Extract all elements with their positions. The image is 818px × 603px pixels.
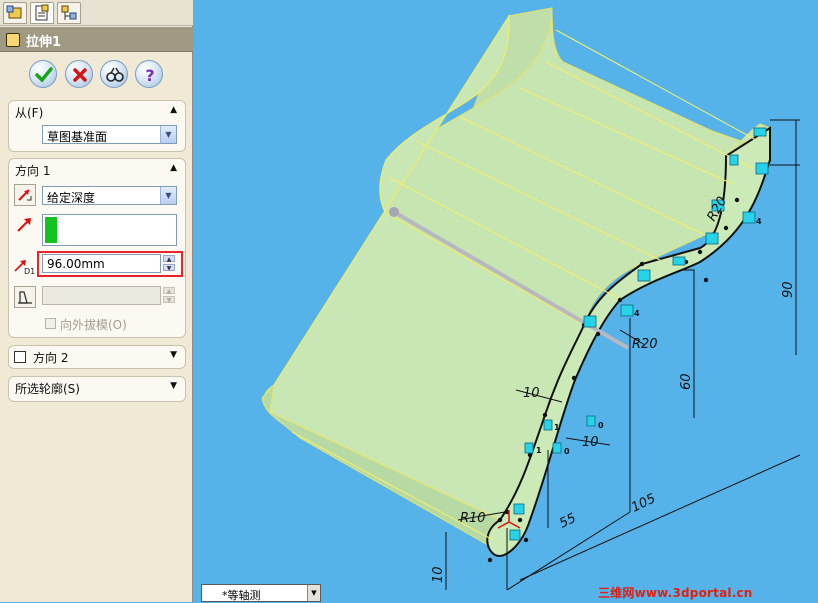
direction2-group[interactable]: 方向 2 ▼ (8, 345, 186, 369)
dimension-text: 60 (679, 373, 694, 390)
selection-color-swatch (45, 217, 57, 243)
reverse-direction-button[interactable] (14, 184, 36, 206)
dimension-text: 105 (629, 491, 658, 515)
depth-spin-down[interactable]: ▼ (163, 264, 175, 272)
close-icon (73, 68, 87, 82)
draft-on-off-button[interactable] (14, 286, 36, 308)
property-manager-tab[interactable] (30, 2, 54, 24)
direction2-checkbox[interactable] (14, 351, 26, 363)
view-orientation-select[interactable]: *等轴测 ▼ (201, 584, 321, 602)
cancel-button[interactable] (65, 60, 93, 88)
depth-value: 96.00mm (47, 257, 105, 271)
chevron-down-icon: ▼ (160, 126, 176, 143)
expand-icon[interactable]: ▼ (170, 350, 177, 360)
selected-contours-group[interactable]: 所选轮廓(S) ▼ (8, 376, 186, 402)
relation-text: 0 (598, 421, 604, 430)
checkmark-icon (35, 67, 53, 83)
from-start-condition-value: 草图基准面 (47, 130, 108, 144)
end-condition-value: 给定深度 (47, 191, 96, 205)
dimension-text: 10 (582, 435, 599, 450)
draft-spin-down[interactable]: ▼ (163, 296, 175, 304)
relation-text: 1 (554, 423, 560, 432)
from-start-condition-select[interactable]: 草图基准面 ▼ (42, 125, 177, 144)
draft-outward-checkbox[interactable] (45, 318, 56, 329)
direction-reference-list[interactable] (42, 214, 177, 246)
dimension-text: R20 (632, 337, 658, 352)
from-group: 从(F) ▲ 草图基准面 ▼ (8, 100, 186, 152)
configuration-manager-icon (61, 5, 77, 20)
direction-vector-icon (17, 218, 31, 232)
reverse-direction-icon (18, 189, 32, 201)
from-group-header: 从(F) (15, 106, 44, 120)
glasses-icon (106, 67, 124, 82)
arrow-handle[interactable] (389, 207, 399, 217)
view-orientation-value: *等轴测 (222, 589, 261, 602)
property-manager-icon (35, 4, 49, 21)
collapse-icon[interactable]: ▲ (170, 105, 177, 115)
draft-angle-input[interactable] (42, 286, 161, 305)
draft-outward-label: 向外拔模(O) (60, 318, 127, 332)
relation-text: 4 (756, 217, 762, 226)
dimension-text: 10 (523, 386, 540, 401)
collapse-icon[interactable]: ▲ (170, 163, 177, 173)
draft-spin-up[interactable]: ▲ (163, 287, 175, 295)
feature-tree-icon (6, 5, 22, 19)
watermark: 三维网www.3dportal.cn (598, 586, 753, 600)
chevron-down-icon: ▼ (160, 187, 176, 204)
feature-tree-tab[interactable] (3, 2, 27, 24)
depth-input[interactable]: 96.00mm (42, 254, 161, 273)
dimension-text: 10 (431, 566, 446, 583)
relation-text: 0 (564, 447, 570, 456)
dimension-text: R10 (460, 511, 486, 526)
draft-icon (18, 291, 32, 304)
property-manager-panel: 拉伸1 ? 从(F) ▲ 草图基准面 ▼ 方向 1 ▲ 给定深度 ▼ D1 96… (0, 0, 193, 602)
depth-spin-up[interactable]: ▲ (163, 255, 175, 263)
chevron-down-icon: ▼ (307, 585, 320, 601)
end-condition-select[interactable]: 给定深度 ▼ (42, 186, 177, 205)
extrude-feature-icon (6, 33, 20, 47)
direction1-group: 方向 1 ▲ 给定深度 ▼ D1 96.00mm ▲ ▼ ▲ ▼ 向外拔模(O) (8, 158, 186, 338)
help-icon: ? (145, 66, 154, 85)
svg-text:?: ? (145, 66, 154, 85)
feature-title-bar: 拉伸1 (0, 27, 193, 52)
expand-icon[interactable]: ▼ (170, 381, 177, 391)
configuration-manager-tab[interactable] (57, 2, 81, 24)
relation-text: 1 (536, 446, 542, 455)
detailed-preview-button[interactable] (100, 60, 128, 88)
relation-text: 4 (634, 309, 640, 318)
graphics-viewport[interactable]: 10 10 R10 R20 R20 55 105 60 90 10 1 1 0 … (194, 0, 818, 602)
dimension-text: 90 (781, 281, 796, 298)
dimension-text: 55 (557, 511, 578, 532)
feature-title: 拉伸1 (26, 35, 62, 50)
direction2-group-header: 方向 2 (33, 351, 69, 365)
direction1-group-header: 方向 1 (15, 164, 51, 178)
depth-dimension-icon: D1 (14, 260, 35, 276)
selected-contours-header: 所选轮廓(S) (15, 382, 80, 396)
ok-button[interactable] (29, 60, 57, 88)
manager-tab-strip (0, 0, 193, 26)
help-button[interactable]: ? (135, 60, 163, 88)
depth-label: D1 (24, 267, 35, 276)
